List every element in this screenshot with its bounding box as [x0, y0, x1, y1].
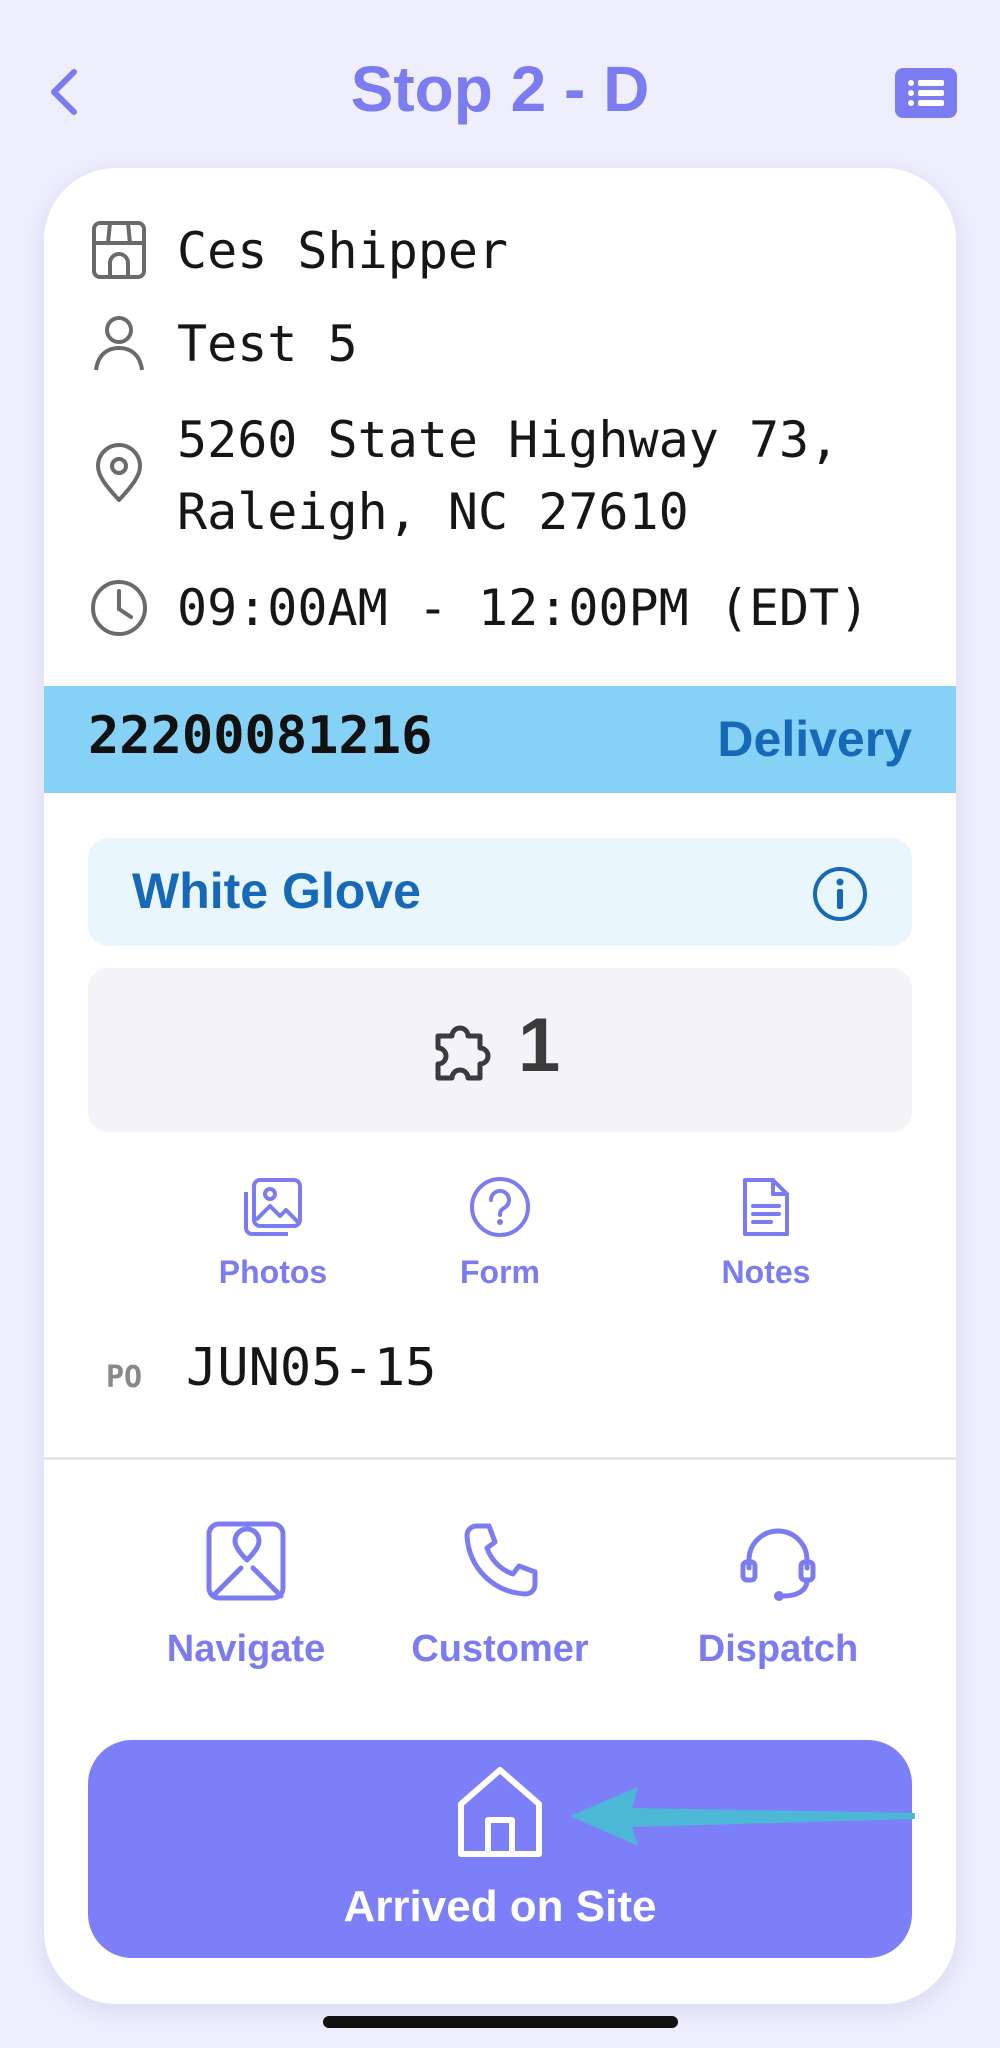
dispatch-label: Dispatch [697, 1628, 859, 1670]
top-bar: Stop 2 - D [0, 0, 1000, 170]
stop-list-button[interactable] [895, 68, 957, 118]
document-icon [743, 1178, 789, 1236]
headset-icon [740, 1528, 816, 1601]
po-label: PO [106, 1360, 143, 1395]
navigate-label: Navigate [166, 1628, 326, 1670]
photos-icon [244, 1178, 302, 1236]
page-title: Stop 2 - D [350, 53, 650, 125]
order-bar: 22200081216 Delivery [44, 686, 956, 793]
annotation-arrow [570, 1787, 915, 1846]
stop-card: Ces Shipper Test 5 5260 State Highway 73… [44, 168, 956, 2004]
list-icon [908, 80, 944, 106]
home-icon [458, 1767, 542, 1857]
phone-icon [464, 1523, 538, 1597]
order-number: 22200081216 [88, 706, 433, 766]
clock-icon [91, 580, 147, 636]
home-indicator [323, 2016, 678, 2028]
order-type: Delivery [717, 711, 912, 767]
location-pin-icon [96, 443, 142, 502]
pieces-count-box[interactable]: 1 [88, 968, 912, 1132]
form-button[interactable]: Form [390, 1174, 610, 1291]
photos-label: Photos [218, 1254, 328, 1290]
photos-button[interactable]: Photos [163, 1174, 383, 1291]
person-icon [94, 316, 144, 371]
puzzle-icon [435, 1025, 491, 1081]
call-customer-button[interactable]: Customer [380, 1516, 620, 1671]
time-window: 09:00AM - 12:00PM (EDT) [177, 579, 870, 637]
notes-label: Notes [721, 1254, 811, 1290]
question-circle-icon [470, 1177, 530, 1237]
shipper-name: Ces Shipper [177, 222, 509, 280]
arrived-on-site-label: Arrived on Site [343, 1882, 657, 1931]
navigate-button[interactable]: Navigate [126, 1516, 366, 1671]
pieces-count: 1 [518, 1003, 561, 1088]
call-dispatch-button[interactable]: Dispatch [658, 1516, 898, 1671]
form-label: Form [460, 1254, 540, 1290]
divider [44, 1457, 956, 1460]
po-value: JUN05-15 [186, 1338, 437, 1398]
service-level-label: White Glove [132, 863, 421, 919]
map-navigate-icon [206, 1521, 286, 1601]
service-level-box[interactable]: White Glove [88, 838, 912, 946]
contact-name: Test 5 [177, 315, 358, 373]
info-icon[interactable] [812, 866, 868, 922]
address-text[interactable]: 5260 State Highway 73, Raleigh, NC 27610 [177, 404, 916, 548]
customer-label: Customer [411, 1628, 589, 1670]
store-icon [92, 221, 146, 279]
notes-button[interactable]: Notes [656, 1174, 876, 1291]
